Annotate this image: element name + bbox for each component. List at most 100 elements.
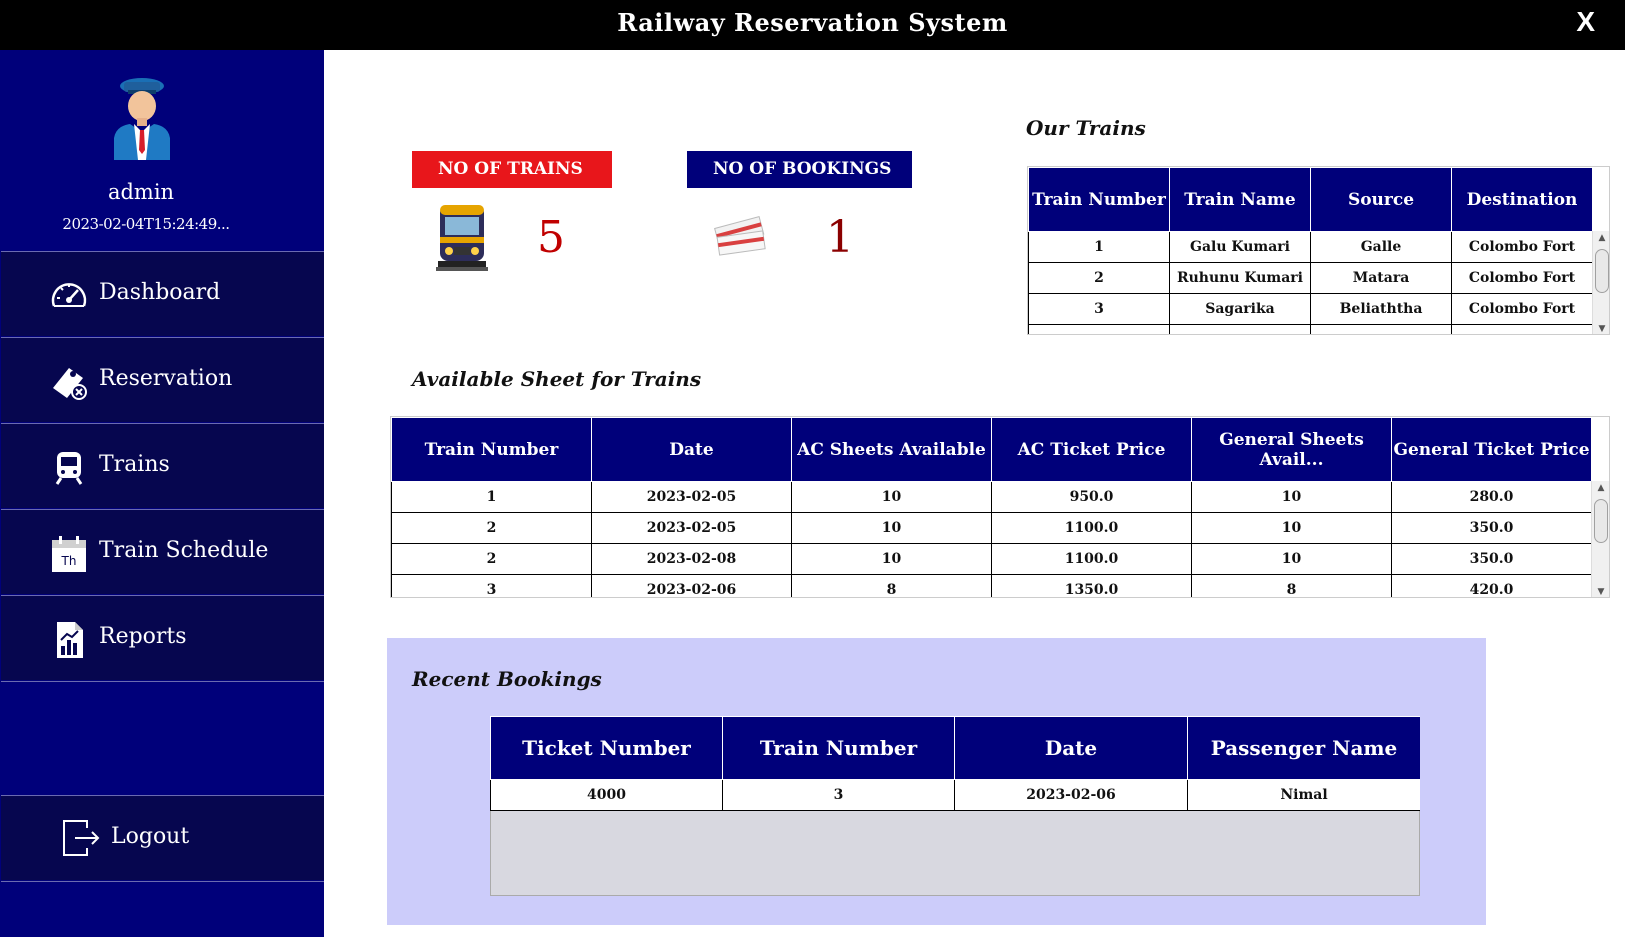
table-row[interactable] <box>1028 324 1593 334</box>
logout-icon <box>63 820 100 856</box>
our-trains-table: Train Number Train Name Source Destinati… <box>1028 167 1593 334</box>
table-cell: Matara <box>1310 262 1452 294</box>
scroll-up-icon[interactable]: ▲ <box>1593 231 1609 245</box>
table-cell: 1 <box>391 481 592 513</box>
sidebar: admin 2023-02-04T15:24:49... Dashboard R… <box>0 50 324 937</box>
table-row[interactable]: 3 Sagarika Beliaththa Colombo Fort <box>1028 293 1593 325</box>
table-cell: Ruhunu Kumari <box>1169 262 1311 294</box>
table-cell: 2023-02-06 <box>591 574 792 597</box>
column-header[interactable]: Destination <box>1451 167 1593 232</box>
nav-label-trains: Trains <box>99 452 170 477</box>
our-trains-table-container: Train Number Train Name Source Destinati… <box>1027 166 1610 335</box>
table-row[interactable]: 3 2023-02-06 8 1350.0 8 420.0 <box>391 574 1592 597</box>
table-cell <box>1451 324 1593 334</box>
column-header[interactable]: Train Number <box>722 716 955 780</box>
column-header[interactable]: Passenger Name <box>1187 716 1420 780</box>
table-cell: 8 <box>791 574 992 597</box>
table-cell: 3 <box>722 779 955 811</box>
nav-label-train-schedule: Train Schedule <box>99 538 269 563</box>
table-row[interactable]: 1 Galu Kumari Galle Colombo Fort <box>1028 231 1593 263</box>
title-bar: Railway Reservation System X <box>0 0 1625 50</box>
column-header[interactable]: Train Number <box>391 417 592 482</box>
column-header[interactable]: General Sheets Avail... <box>1191 417 1392 482</box>
logout-label: Logout <box>111 824 190 849</box>
table-cell: 2023-02-06 <box>954 779 1188 811</box>
scroll-thumb[interactable] <box>1595 249 1609 293</box>
nav-label-reports: Reports <box>99 624 187 649</box>
table-cell: 10 <box>1191 543 1392 575</box>
bookings-count-value: 1 <box>826 212 854 263</box>
logout-button[interactable]: Logout <box>1 795 324 880</box>
nav-item-dashboard[interactable]: Dashboard <box>1 251 324 336</box>
table-cell <box>1310 324 1452 334</box>
table-cell: 280.0 <box>1391 481 1592 513</box>
table-row[interactable]: 4000 3 2023-02-06 Nimal <box>490 779 1420 811</box>
table-row[interactable]: 2 2023-02-08 10 1100.0 10 350.0 <box>391 543 1592 575</box>
table-cell: 2 <box>1028 262 1170 294</box>
table-cell: 1100.0 <box>991 512 1192 544</box>
table-row[interactable]: 1 2023-02-05 10 950.0 10 280.0 <box>391 481 1592 513</box>
column-header[interactable]: Date <box>954 716 1188 780</box>
user-avatar-icon <box>114 78 170 160</box>
train-front-icon <box>436 205 488 271</box>
table-cell: 10 <box>1191 481 1392 513</box>
scroll-up-icon[interactable]: ▲ <box>1592 481 1609 495</box>
scroll-thumb[interactable] <box>1594 499 1608 543</box>
table-cell: 10 <box>791 481 992 513</box>
recent-bookings-title: Recent Bookings <box>412 667 602 691</box>
recent-bookings-empty-area <box>490 811 1420 896</box>
column-header[interactable]: Train Number <box>1028 167 1170 232</box>
window-title: Railway Reservation System <box>617 8 1008 37</box>
recent-bookings-table: Ticket Number Train Number Date Passenge… <box>490 716 1420 811</box>
column-header[interactable]: Date <box>591 417 792 482</box>
available-scrollbar[interactable]: ▲ ▼ <box>1591 481 1609 597</box>
svg-text:Th: Th <box>61 554 77 568</box>
train-icon <box>55 452 83 485</box>
table-cell: Sagarika <box>1169 293 1311 325</box>
close-button[interactable]: X <box>1576 6 1595 38</box>
scroll-down-icon[interactable]: ▼ <box>1592 585 1609 597</box>
trains-count-label: NO OF TRAINS <box>412 151 612 188</box>
available-table-container: Train Number Date AC Sheets Available AC… <box>390 416 1610 598</box>
table-cell: 2023-02-08 <box>591 543 792 575</box>
table-cell: 350.0 <box>1391 543 1592 575</box>
table-cell: 2 <box>391 512 592 544</box>
table-cell <box>1169 324 1311 334</box>
column-header[interactable]: Train Name <box>1169 167 1311 232</box>
trains-count-value: 5 <box>537 212 565 263</box>
table-cell: Colombo Fort <box>1451 262 1593 294</box>
ticket-icon <box>53 368 87 400</box>
column-header[interactable]: AC Sheets Available <box>791 417 992 482</box>
table-row[interactable]: 2 Ruhunu Kumari Matara Colombo Fort <box>1028 262 1593 294</box>
table-cell: Galu Kumari <box>1169 231 1311 263</box>
nav-item-trains[interactable]: Trains <box>1 423 324 508</box>
table-cell: 8 <box>1191 574 1392 597</box>
nav-item-reports[interactable]: Reports <box>1 595 324 680</box>
report-icon <box>57 622 83 658</box>
table-cell: 10 <box>791 512 992 544</box>
table-cell: Colombo Fort <box>1451 231 1593 263</box>
table-cell: 1350.0 <box>991 574 1192 597</box>
table-cell: Colombo Fort <box>1451 293 1593 325</box>
column-header[interactable]: Source <box>1310 167 1452 232</box>
nav-item-train-schedule[interactable]: Th Train Schedule <box>1 509 324 594</box>
user-profile: admin 2023-02-04T15:24:49... <box>0 50 324 251</box>
column-header[interactable]: General Ticket Price <box>1391 417 1592 482</box>
sidebar-spacer <box>1 681 324 794</box>
username: admin <box>107 180 175 204</box>
column-header[interactable]: Ticket Number <box>490 716 723 780</box>
tickets-icon <box>714 215 766 256</box>
available-table: Train Number Date AC Sheets Available AC… <box>391 417 1592 597</box>
table-cell: 3 <box>391 574 592 597</box>
our-trains-scrollbar[interactable]: ▲ ▼ <box>1592 231 1609 334</box>
column-header[interactable]: AC Ticket Price <box>991 417 1192 482</box>
login-timestamp: 2023-02-04T15:24:49... <box>62 215 230 233</box>
table-cell: 2023-02-05 <box>591 512 792 544</box>
recent-bookings-table-container: Ticket Number Train Number Date Passenge… <box>490 716 1420 811</box>
scroll-down-icon[interactable]: ▼ <box>1593 322 1609 334</box>
nav-item-reservation[interactable]: Reservation <box>1 337 324 422</box>
bookings-count-label: NO OF BOOKINGS <box>687 151 912 188</box>
table-cell: 1100.0 <box>991 543 1192 575</box>
table-cell: 4000 <box>490 779 723 811</box>
table-row[interactable]: 2 2023-02-05 10 1100.0 10 350.0 <box>391 512 1592 544</box>
